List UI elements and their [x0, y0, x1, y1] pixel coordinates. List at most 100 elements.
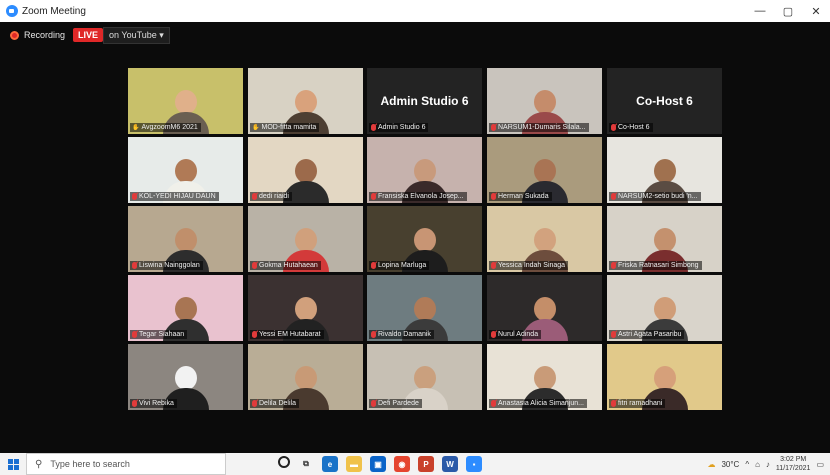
- mic-muted-icon: [611, 262, 616, 269]
- recording-icon: [10, 30, 19, 40]
- participant-name-label: Friska Ratnasari Simbong: [609, 261, 702, 270]
- recording-label: Recording: [24, 30, 66, 40]
- participant-name-label: Fransiska Elvanola Josep...: [369, 192, 467, 201]
- powerpoint-icon[interactable]: P: [418, 456, 434, 472]
- zoom-taskbar-icon[interactable]: ▪: [466, 456, 482, 472]
- close-button[interactable]: ✕: [802, 5, 830, 18]
- network-icon[interactable]: ⌂: [755, 460, 760, 469]
- window-title: Zoom Meeting: [22, 5, 86, 17]
- mic-muted-icon: [371, 400, 376, 407]
- participant-name: KOL-YEDI HIJAU DAUN: [139, 193, 216, 200]
- participant-name: NARSUM1-Dumaris Silala...: [498, 124, 586, 131]
- participant-tile[interactable]: Defi Pardede: [367, 344, 482, 410]
- participant-name-label: Delila Delila: [250, 399, 299, 408]
- search-placeholder: Type here to search: [50, 459, 130, 469]
- participant-name: Rivaldo Damanik: [378, 331, 431, 338]
- participant-tile[interactable]: Admin Studio 6 Admin Studio 6: [367, 68, 482, 134]
- start-button[interactable]: [0, 458, 26, 470]
- mic-muted-icon: [491, 331, 496, 338]
- participant-tile[interactable]: ✋ MOD-fitta mamita: [248, 68, 363, 134]
- cortana-icon[interactable]: [278, 456, 290, 468]
- taskbar-search-box[interactable]: ⚲ Type here to search: [26, 453, 226, 475]
- participant-name: Liswina Nainggolan: [139, 262, 200, 269]
- participant-name: Yessi EM Hutabarat: [259, 331, 321, 338]
- chrome-icon[interactable]: ◉: [394, 456, 410, 472]
- word-icon[interactable]: W: [442, 456, 458, 472]
- participant-tile[interactable]: Fransiska Elvanola Josep...: [367, 137, 482, 203]
- participant-tile[interactable]: Rivaldo Damanik: [367, 275, 482, 341]
- live-destination-dropdown[interactable]: on YouTube ▾: [103, 26, 170, 44]
- participant-name-label: Yessica Indah Sinaga: [489, 261, 569, 270]
- participant-name: Yessica Indah Sinaga: [498, 262, 566, 269]
- participant-name-label: ✋ AvgzoomM6 2021: [130, 123, 201, 132]
- participant-name: fitri ramadhani: [618, 400, 663, 407]
- participant-name: MOD-fitta mamita: [261, 124, 317, 131]
- participant-name: Astri Agata Pasaribu: [618, 331, 682, 338]
- participant-tile[interactable]: Liswina Nainggolan: [128, 206, 243, 272]
- participant-name: Co-Host 6: [618, 124, 650, 131]
- notifications-icon[interactable]: ▭: [816, 460, 824, 469]
- mic-muted-icon: [611, 400, 616, 407]
- task-view-icon[interactable]: ⧉: [298, 456, 314, 472]
- volume-icon[interactable]: ♪: [766, 460, 770, 469]
- participant-tile[interactable]: KOL-YEDI HIJAU DAUN: [128, 137, 243, 203]
- store-icon[interactable]: ▣: [370, 456, 386, 472]
- mic-muted-icon: [491, 400, 496, 407]
- participant-tile[interactable]: Co-Host 6 Co-Host 6: [607, 68, 722, 134]
- mic-muted-icon: [132, 331, 137, 338]
- participant-name: dedi riaidi: [259, 193, 289, 200]
- maximize-button[interactable]: ▢: [774, 5, 802, 18]
- participant-tile[interactable]: Herman Sukada: [487, 137, 602, 203]
- participant-tile[interactable]: Tegar Siahaan: [128, 275, 243, 341]
- participant-name: Gokma Hutahaean: [259, 262, 318, 269]
- participant-name-label: NARSUM2-setio budi 'n...: [609, 192, 701, 201]
- mic-muted-icon: [252, 331, 257, 338]
- participant-tile[interactable]: Anastasia Alicia Simanjun...: [487, 344, 602, 410]
- participant-tile[interactable]: Gokma Hutahaean: [248, 206, 363, 272]
- clock-date: 11/17/2021: [775, 465, 811, 472]
- participant-tile[interactable]: NARSUM2-setio budi 'n...: [607, 137, 722, 203]
- mic-muted-icon: [132, 400, 137, 407]
- mic-muted-icon: [132, 262, 137, 269]
- minimize-button[interactable]: —: [746, 5, 774, 18]
- live-badge[interactable]: LIVE: [73, 28, 104, 42]
- participant-tile[interactable]: Yessica Indah Sinaga: [487, 206, 602, 272]
- participant-name: Herman Sukada: [498, 193, 549, 200]
- participant-name-label: Co-Host 6: [609, 123, 653, 132]
- participant-tile[interactable]: Delila Delila: [248, 344, 363, 410]
- system-tray: ☁ 30°C ^ ⌂ ♪ 3:02 PM 11/17/2021 ▭: [707, 455, 830, 473]
- participant-tile[interactable]: dedi riaidi: [248, 137, 363, 203]
- mic-muted-icon: [371, 193, 376, 200]
- raised-hand-icon: ✋: [252, 125, 260, 131]
- participant-name: Friska Ratnasari Simbong: [618, 262, 699, 269]
- edge-icon[interactable]: e: [322, 456, 338, 472]
- taskbar-clock[interactable]: 3:02 PM 11/17/2021: [776, 455, 811, 473]
- participant-tile[interactable]: Lopina Marluga: [367, 206, 482, 272]
- participant-name: Vivi Rebika: [139, 400, 174, 407]
- weather-temp[interactable]: 30°C: [721, 460, 739, 469]
- weather-icon: ☁: [707, 459, 716, 469]
- window-titlebar: Zoom Meeting — ▢ ✕: [0, 0, 830, 22]
- participant-name-label: Vivi Rebika: [130, 399, 177, 408]
- participant-tile[interactable]: Astri Agata Pasaribu: [607, 275, 722, 341]
- participant-name-label: Defi Pardede: [369, 399, 422, 408]
- participant-tile[interactable]: Nurul Adinda: [487, 275, 602, 341]
- participant-tile[interactable]: Vivi Rebika: [128, 344, 243, 410]
- participant-name-label: Anastasia Alicia Simanjun...: [489, 399, 587, 408]
- participant-tile[interactable]: ✋ AvgzoomM6 2021: [128, 68, 243, 134]
- mic-muted-icon: [611, 193, 616, 200]
- participant-name-label: Astri Agata Pasaribu: [609, 330, 685, 339]
- raised-hand-icon: ✋: [132, 125, 140, 131]
- mic-muted-icon: [371, 124, 376, 131]
- file-explorer-icon[interactable]: ▬: [346, 456, 362, 472]
- zoom-app-icon: [6, 5, 18, 17]
- tray-chevron-icon[interactable]: ^: [745, 460, 749, 469]
- participant-tile[interactable]: Friska Ratnasari Simbong: [607, 206, 722, 272]
- mic-muted-icon: [371, 331, 376, 338]
- participant-name-label: ✋ MOD-fitta mamita: [250, 123, 320, 132]
- participant-tile[interactable]: NARSUM1-Dumaris Silala...: [487, 68, 602, 134]
- windows-taskbar: ⚲ Type here to search ⧉ e ▬ ▣ ◉ P W ▪ ☁ …: [0, 453, 830, 475]
- participant-name-label: fitri ramadhani: [609, 399, 666, 408]
- participant-tile[interactable]: Yessi EM Hutabarat: [248, 275, 363, 341]
- participant-tile[interactable]: fitri ramadhani: [607, 344, 722, 410]
